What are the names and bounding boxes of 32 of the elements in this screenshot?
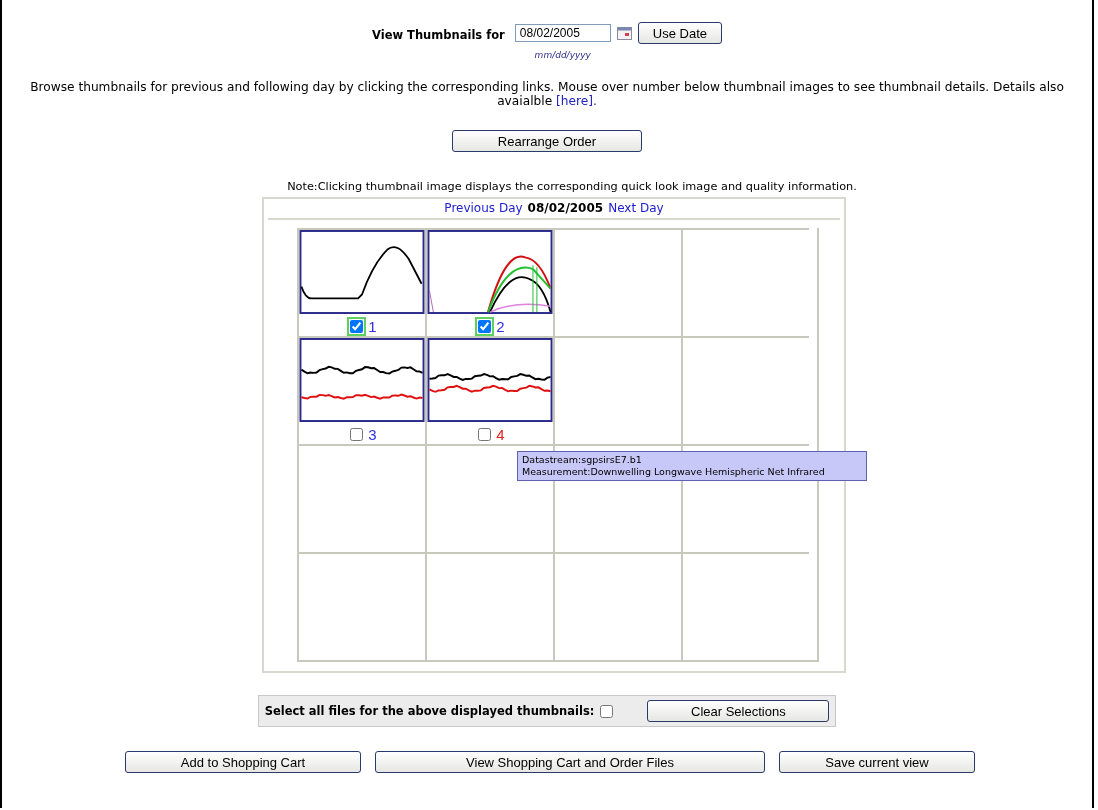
thumbnail-checkbox[interactable] [478,320,492,333]
details-link[interactable]: [here]. [556,94,597,108]
thumbnail-number[interactable]: 3 [368,426,377,443]
thumbnail-number[interactable]: 1 [368,318,377,335]
date-field[interactable]: 08/02/2005 [514,24,611,42]
previous-day-link[interactable]: Previous Day [444,201,523,215]
action-button[interactable]: View Shopping Cart and Order Files [375,751,765,773]
plot-thumbnail[interactable] [298,338,426,422]
note-text: Note:Clicking thumbnail image displays the corresponding quick look image and quality information. [286,180,858,193]
plot-thumbnail[interactable] [426,230,554,314]
plot-thumbnail[interactable] [426,338,554,422]
select-all-checkbox[interactable] [600,704,614,718]
current-date: 08/02/2005 [527,201,604,215]
use-date-button[interactable]: Use Date [637,22,722,44]
clear-selections-button[interactable]: Clear Selections [647,700,830,722]
instructions-text: Browse thumbnails for previous and following day by clicking the corresponding links. Mouse over number below thumbnail images to see thumbnail details. Details also avaialble [here]. [29,80,1065,108]
tooltip-line: Measurement:Downwelling Longwave Hemispheric Net Infrared [522,466,826,478]
thumbnail-number[interactable]: 4 [496,426,505,443]
thumbnail-number[interactable]: 2 [496,318,505,335]
action-button[interactable]: Add to Shopping Cart [125,751,361,773]
date-format-hint: mm/dd/yyyy [533,50,592,60]
action-button[interactable]: Save current view [779,751,975,773]
thumbnail-checkbox[interactable] [350,320,364,333]
calendar-icon[interactable] [616,26,632,40]
thumbnail-checkbox[interactable] [350,428,364,441]
rearrange-order-button[interactable]: Rearrange Order [452,130,642,152]
next-day-link[interactable]: Next Day [608,201,664,215]
date-label: View Thumbnails for [372,28,505,42]
select-all-label: Select all files for the above displayed thumbnails: [264,704,595,718]
tooltip-line: Datastream:sgpsirsE7.b1 [522,454,643,466]
thumbnail-checkbox[interactable] [478,428,492,441]
plot-thumbnail[interactable] [298,230,426,314]
